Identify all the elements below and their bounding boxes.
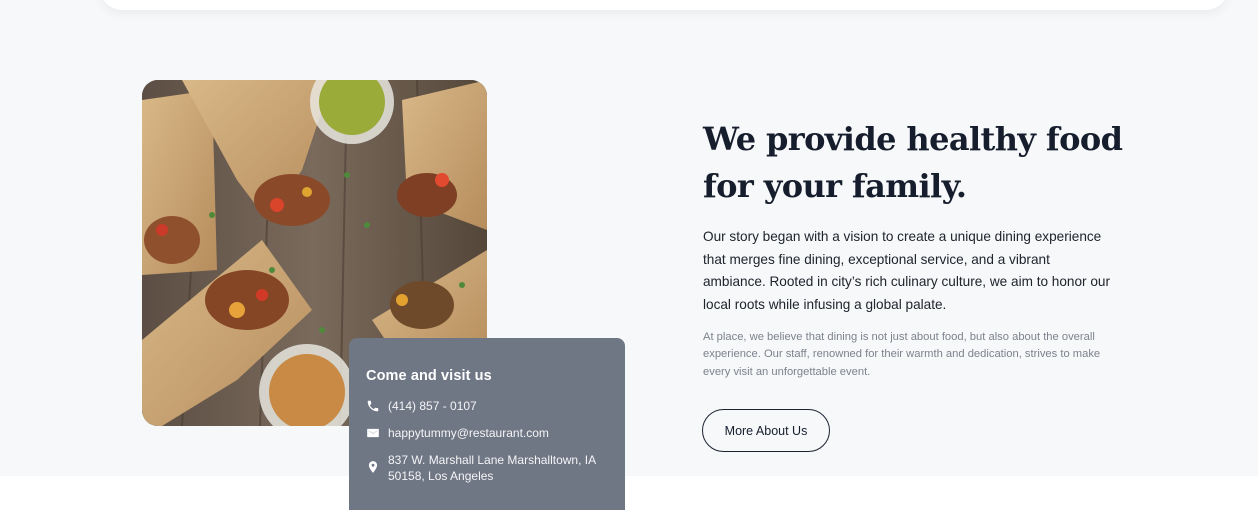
header-card-edge <box>100 0 1228 10</box>
location-pin-icon <box>366 460 380 474</box>
more-about-us-button[interactable]: More About Us <box>702 409 830 452</box>
intro-paragraph: Our story began with a vision to create … <box>703 229 1110 312</box>
visit-card-title: Come and visit us <box>366 368 492 384</box>
street-address: 837 W. Marshall Lane Marshalltown, IA 50… <box>388 453 596 483</box>
address-row[interactable]: 837 W. Marshall Lane Marshalltown, IA 50… <box>366 452 607 484</box>
phone-number: (414) 857 - 0107 <box>388 399 477 413</box>
phone-icon <box>366 399 380 413</box>
mail-icon <box>366 426 380 440</box>
visit-us-card: Come and visit us (414) 857 - 0107 happy… <box>349 338 625 510</box>
phone-row[interactable]: (414) 857 - 0107 <box>366 398 607 414</box>
email-row[interactable]: happytummy@restaurant.com <box>366 425 607 441</box>
secondary-paragraph: At place, we believe that dining is not … <box>703 331 1101 378</box>
email-address: happytummy@restaurant.com <box>388 426 549 440</box>
section-headline: We provide healthy food for your family. <box>703 120 1123 205</box>
